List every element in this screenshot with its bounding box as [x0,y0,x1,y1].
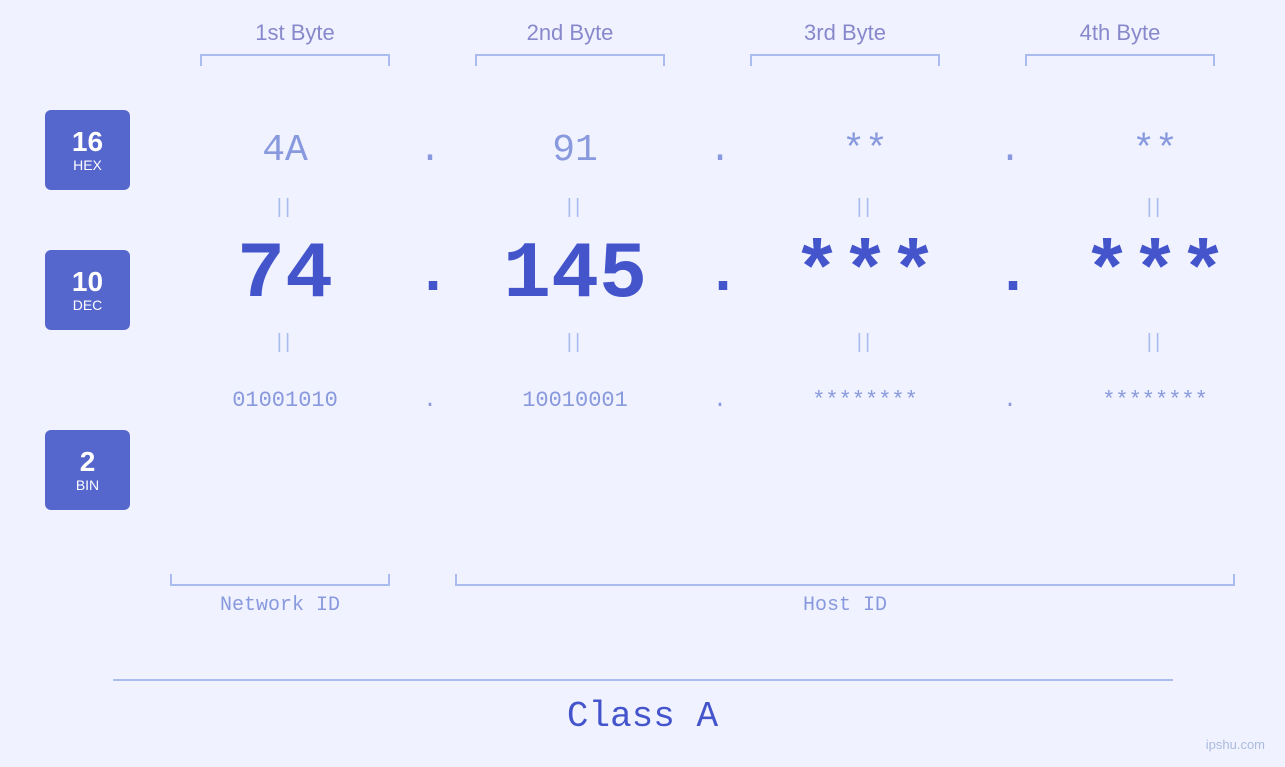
bin-val1: 01001010 [185,388,385,413]
network-id-bracket: Network ID [170,574,390,617]
equals-row-2: || || || || [170,325,1270,360]
class-area: Class A [0,679,1285,737]
dec-dot3: . [995,230,1025,320]
watermark: ipshu.com [1206,737,1265,752]
host-id-label: Host ID [803,594,887,617]
bracket-top-3 [750,54,940,66]
hex-val4: ** [1055,129,1255,172]
bin-dot2: . [705,388,735,413]
network-id-label: Network ID [220,594,340,617]
equals-row-1: || || || || [170,190,1270,225]
eq1: || [185,196,385,219]
byte1-header: 1st Byte [185,20,405,46]
main-container: 1st Byte 2nd Byte 3rd Byte 4th Byte 16 H… [0,0,1285,767]
byte4-header: 4th Byte [1010,20,1230,46]
bin-badge-label: BIN [76,477,99,493]
dec-val1: 74 [185,230,385,321]
dec-dot1: . [415,230,445,320]
bin-badge: 2 BIN [45,430,130,510]
hex-val3: ** [765,129,965,172]
bin-val3: ******** [765,388,965,413]
content-area: 4A . 91 . ** . ** || || || || 74 . 145 .… [0,110,1285,440]
byte-headers: 1st Byte 2nd Byte 3rd Byte 4th Byte [158,20,1258,46]
bin-dot1: . [415,388,445,413]
hex-row: 4A . 91 . ** . ** [170,110,1270,190]
eq8: || [1055,331,1255,354]
host-id-bracket: Host ID [420,574,1270,617]
byte2-header: 2nd Byte [460,20,680,46]
top-brackets [158,54,1258,66]
eq5: || [185,331,385,354]
dec-val4: *** [1055,230,1255,321]
bin-dot3: . [995,388,1025,413]
hex-dot1: . [415,129,445,172]
bin-val4: ******** [1055,388,1255,413]
hex-dot3: . [995,129,1025,172]
eq6: || [475,331,675,354]
bracket-top-4 [1025,54,1215,66]
eq2: || [475,196,675,219]
bracket-top-2 [475,54,665,66]
hex-dot2: . [705,129,735,172]
class-line [113,679,1173,681]
dec-val2: 145 [475,230,675,321]
dec-dot2: . [705,230,735,320]
bin-badge-number: 2 [80,447,96,478]
network-bracket-line [170,574,390,586]
bin-val2: 10010001 [475,388,675,413]
class-label: Class A [567,696,718,737]
dec-row: 74 . 145 . *** . *** [170,225,1270,325]
bottom-brackets: Network ID Host ID [170,574,1270,617]
hex-val1: 4A [185,129,385,172]
dec-val3: *** [765,230,965,321]
eq4: || [1055,196,1255,219]
byte3-header: 3rd Byte [735,20,955,46]
eq7: || [765,331,965,354]
bin-row: 01001010 . 10010001 . ******** . *******… [170,360,1270,440]
bracket-top-1 [200,54,390,66]
eq3: || [765,196,965,219]
hex-val2: 91 [475,129,675,172]
host-bracket-line [455,574,1235,586]
